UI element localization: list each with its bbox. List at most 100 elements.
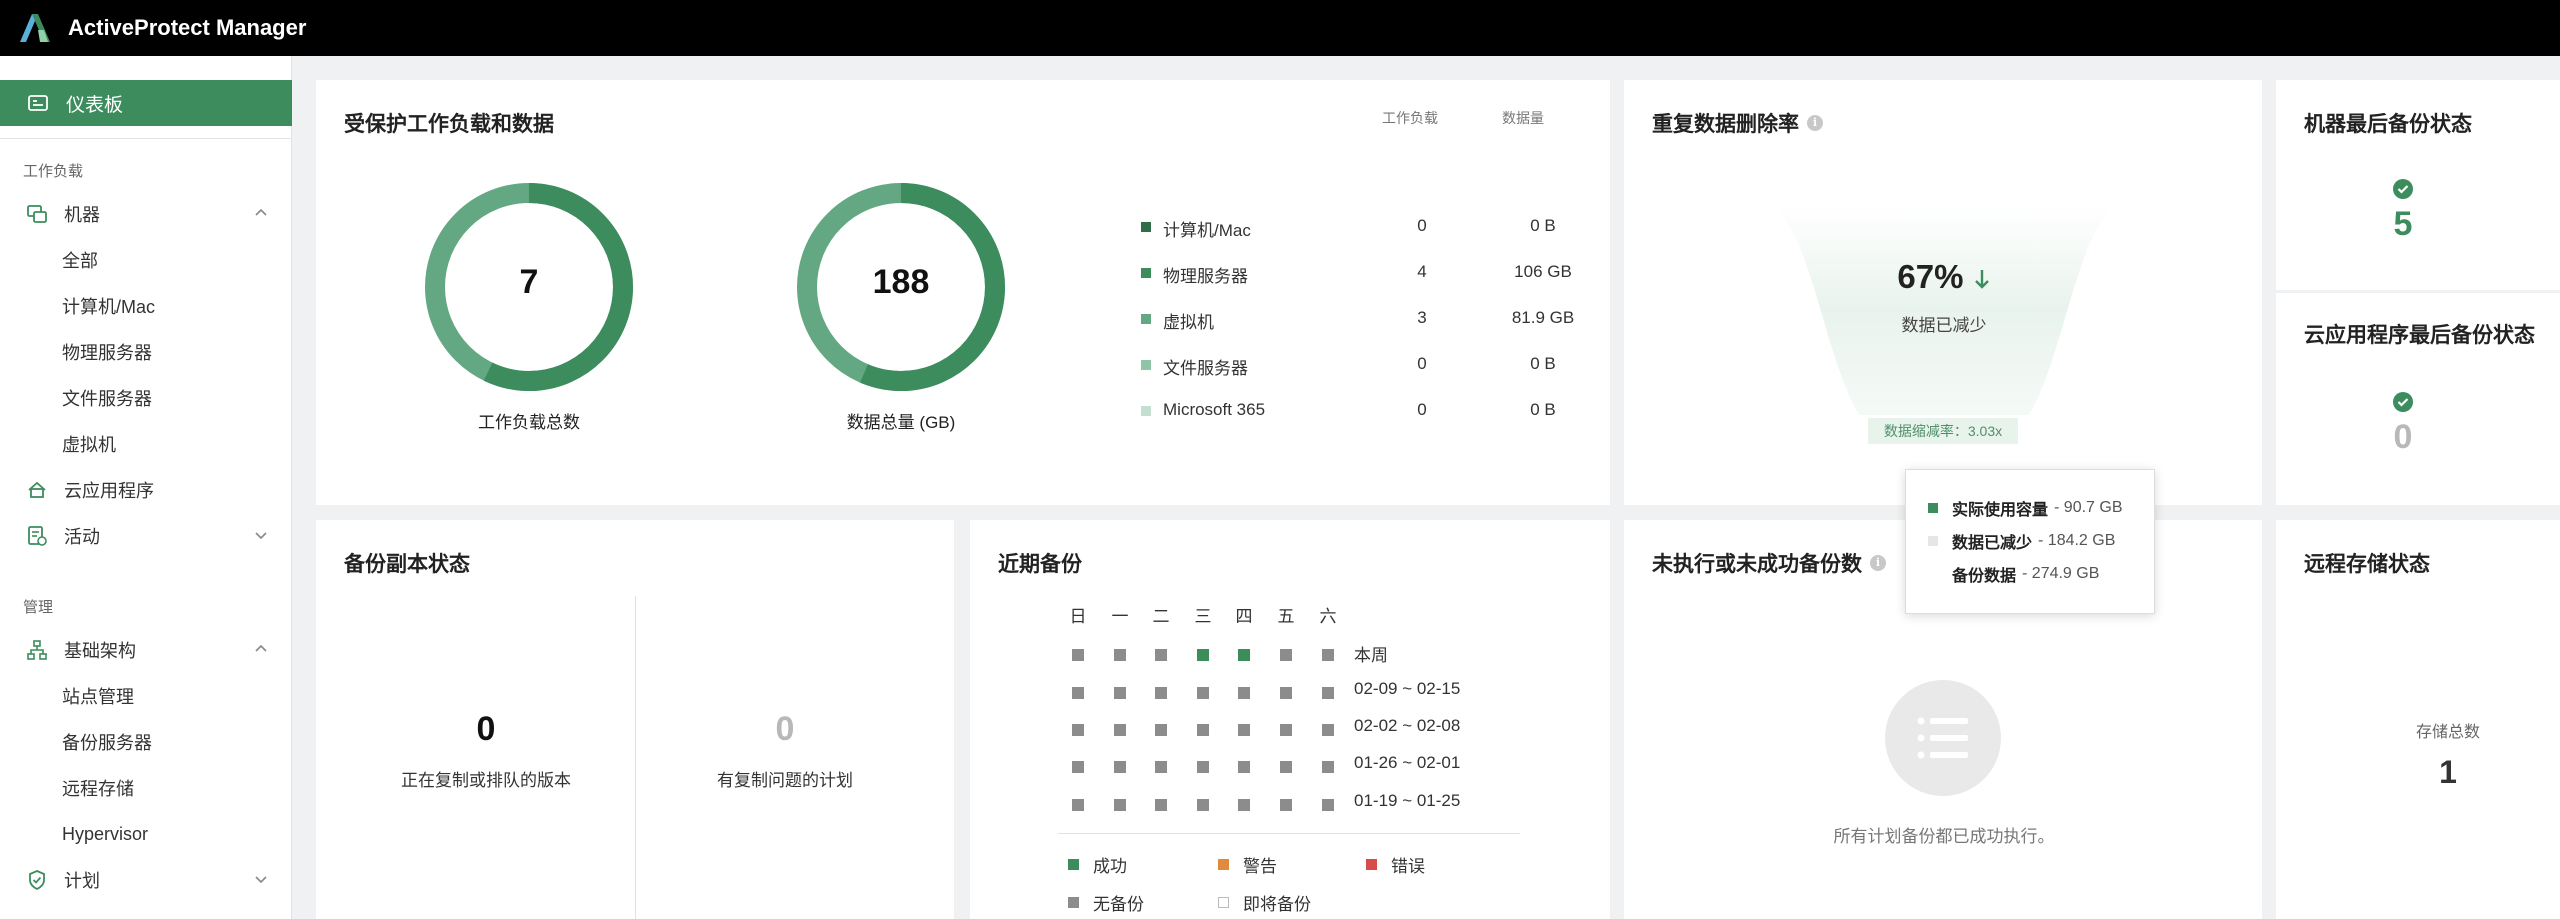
card-title: 受保护工作负载和数据	[344, 113, 554, 136]
calendar-day-cell[interactable]	[1280, 724, 1292, 736]
calendar-day-cell[interactable]	[1155, 761, 1167, 773]
calendar-day-cell[interactable]	[1072, 649, 1084, 661]
divider	[635, 596, 636, 919]
day-header: 五	[1277, 607, 1295, 626]
dedup-percent: 67%	[1844, 258, 2044, 296]
chevron-down-icon	[254, 872, 268, 886]
calendar-day-cell[interactable]	[1155, 687, 1167, 699]
day-header: 六	[1319, 607, 1337, 626]
calendar-day-cell[interactable]	[1238, 687, 1250, 699]
machines-icon	[26, 203, 48, 225]
sidebar-item-remote-storage[interactable]: 远程存储	[0, 768, 292, 808]
calendar-day-cell[interactable]	[1114, 687, 1126, 699]
calendar-day-cell[interactable]	[1322, 687, 1334, 699]
sidebar-item-site-management[interactable]: 站点管理	[0, 676, 292, 716]
sidebar-item-label: 活动	[64, 527, 100, 547]
day-header: 日	[1069, 607, 1087, 626]
calendar-day-cell[interactable]	[1238, 649, 1250, 661]
sidebar-item-vm[interactable]: 虚拟机	[0, 424, 292, 464]
workloads-total-label: 工作负载总数	[478, 413, 580, 432]
day-header: 三	[1194, 607, 1212, 626]
sidebar-item-label: 基础架构	[64, 641, 136, 661]
infrastructure-icon	[26, 639, 48, 661]
section-manage: 管理	[23, 599, 54, 616]
tooltip-row-backup: 备份数据 - 274.9 GB	[1928, 562, 2099, 586]
dedup-tooltip: 实际使用容量 - 90.7 GB 数据已减少 - 184.2 GB 备份数据 - 27…	[1905, 469, 2155, 614]
calendar-day-cell[interactable]	[1155, 724, 1167, 736]
card-title: 近期备份	[998, 553, 1082, 576]
divider	[1058, 833, 1520, 834]
card-title: 远程存储状态	[2304, 553, 2430, 576]
calendar-day-cell[interactable]	[1280, 761, 1292, 773]
legend-swatch	[1928, 503, 1938, 513]
arrow-down-icon	[1974, 270, 1989, 289]
calendar-day-cell[interactable]	[1280, 687, 1292, 699]
chevron-up-icon	[254, 206, 268, 220]
sidebar-item-label: 云应用程序	[64, 481, 154, 501]
calendar-day-cell[interactable]	[1114, 724, 1126, 736]
check-circle-icon	[2393, 392, 2413, 412]
calendar-day-cell[interactable]	[1114, 649, 1126, 661]
legend-swatch	[1366, 859, 1377, 870]
calendar-day-cell[interactable]	[1322, 649, 1334, 661]
storage-total-label: 存储总数	[2415, 724, 2480, 741]
legend-swatch	[1928, 536, 1938, 546]
calendar-day-cell[interactable]	[1114, 799, 1126, 811]
sidebar-item-activities[interactable]: 活动	[0, 516, 292, 556]
calendar-day-cell[interactable]	[1114, 761, 1126, 773]
sidebar-item-plans[interactable]: 计划	[0, 860, 292, 900]
card-title: 未执行或未成功备份数 i	[1652, 548, 1886, 578]
sidebar-item-dashboard[interactable]: 仪表板	[0, 80, 292, 126]
sidebar-item-machines[interactable]: 机器	[0, 194, 292, 234]
workload-row: 物理服务器 4 106 GB	[823, 252, 1583, 298]
calendar-day-cell[interactable]	[1238, 799, 1250, 811]
section-workload: 工作负载	[23, 163, 84, 180]
app-title: ActiveProtect Manager	[68, 15, 307, 40]
calendar-day-cell[interactable]	[1280, 799, 1292, 811]
calendar-day-cell[interactable]	[1280, 649, 1292, 661]
tooltip-row-used: 实际使用容量 - 90.7 GB	[1928, 496, 2123, 520]
info-icon[interactable]: i	[1870, 555, 1886, 571]
sidebar-item-computer-mac[interactable]: 计算机/Mac	[0, 286, 292, 326]
calendar-day-cell[interactable]	[1197, 649, 1209, 661]
sidebar-item-cloud-apps[interactable]: 云应用程序	[0, 470, 292, 510]
calendar-day-cell[interactable]	[1155, 649, 1167, 661]
sidebar-item-label: 仪表板	[66, 94, 124, 116]
calendar-day-cell[interactable]	[1322, 761, 1334, 773]
machine-backup-count[interactable]: 5	[2353, 205, 2453, 244]
legend-swatch	[1141, 314, 1151, 324]
calendar-day-cell[interactable]	[1322, 799, 1334, 811]
activity-icon	[26, 525, 48, 547]
info-icon[interactable]: i	[1807, 115, 1823, 131]
calendar-day-cell[interactable]	[1197, 761, 1209, 773]
legend-swatch	[1218, 897, 1229, 908]
check-circle-icon	[2393, 179, 2413, 199]
sidebar-item-backup-server[interactable]: 备份服务器	[0, 722, 292, 762]
calendar-day-cell[interactable]	[1072, 687, 1084, 699]
sidebar-item-infrastructure[interactable]: 基础架构	[0, 630, 292, 670]
calendar-day-cell[interactable]	[1072, 761, 1084, 773]
calendar-day-cell[interactable]	[1197, 687, 1209, 699]
legend-swatch	[1218, 859, 1229, 870]
cloud-icon	[26, 479, 48, 501]
storage-total[interactable]: 1	[2398, 754, 2498, 791]
calendar-day-cell[interactable]	[1155, 799, 1167, 811]
calendar-day-cell[interactable]	[1072, 724, 1084, 736]
calendar-day-cell[interactable]	[1197, 799, 1209, 811]
sidebar-item-all[interactable]: 全部	[0, 240, 292, 280]
calendar-day-cell[interactable]	[1238, 761, 1250, 773]
sidebar: 仪表板 工作负载 机器 全部 计算机/Mac 物理服务器 文件服务器 虚拟机 云…	[0, 56, 292, 919]
sidebar-item-file-server[interactable]: 文件服务器	[0, 378, 292, 418]
calendar-day-cell[interactable]	[1072, 799, 1084, 811]
card-title: 重复数据删除率 i	[1652, 108, 1823, 138]
sidebar-item-hypervisor[interactable]: Hypervisor	[0, 814, 292, 854]
calendar-day-cell[interactable]	[1238, 724, 1250, 736]
workload-row: 文件服务器 0 0 B	[823, 344, 1583, 390]
week-label: 02-02 ~ 02-08	[1354, 716, 1461, 735]
legend-swatch	[1141, 268, 1151, 278]
legend-swatch	[1928, 569, 1938, 579]
legend-swatch	[1068, 897, 1079, 908]
calendar-day-cell[interactable]	[1322, 724, 1334, 736]
sidebar-item-physical-server[interactable]: 物理服务器	[0, 332, 292, 372]
calendar-day-cell[interactable]	[1197, 724, 1209, 736]
